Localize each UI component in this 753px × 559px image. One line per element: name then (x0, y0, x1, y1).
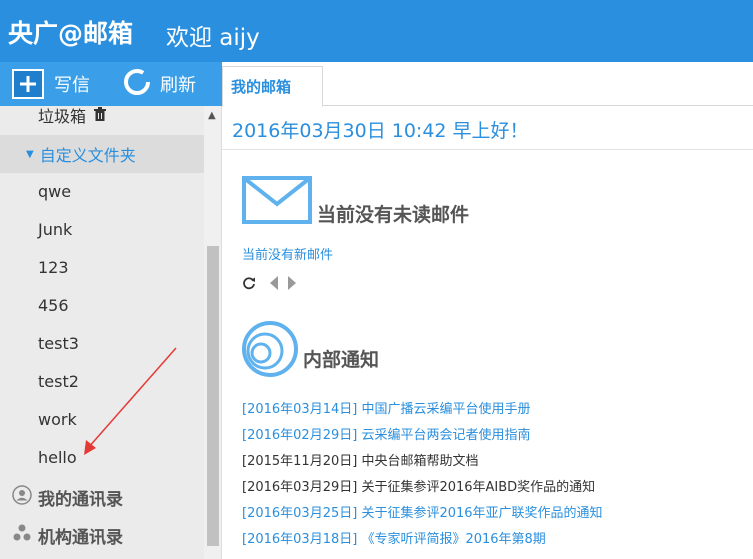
folder-label: test2 (38, 371, 79, 391)
notice-item[interactable]: [2016年03月18日] 《专家听评简报》2016年第8期 (242, 528, 753, 547)
notice-item[interactable]: [2016年03月25日] 关于征集参评2016年亚广联奖作品的通知 (242, 502, 753, 521)
sidebar-item-qwe[interactable]: qwe (0, 172, 204, 210)
sidebar-item-junk[interactable]: Junk (0, 210, 204, 248)
tab-my-mailbox[interactable]: 我的邮箱 (222, 66, 323, 107)
notice-circles-icon (241, 320, 299, 382)
refresh-button[interactable]: 刷新 (122, 62, 196, 106)
sidebar-item-test2[interactable]: test2 (0, 362, 204, 400)
unread-title: 当前没有未读邮件 (317, 204, 470, 226)
scroll-up-icon[interactable]: ▲ (208, 110, 216, 121)
folder-sidebar: 垃圾箱 ▼ 自定义文件夹 qwe Junk 123 456 test3 test… (0, 106, 204, 559)
folder-label: work (38, 409, 77, 429)
contacts-label: 我的通讯录 (38, 489, 123, 510)
org-contacts-icon (12, 523, 32, 548)
scroll-thumb[interactable] (207, 246, 219, 546)
compose-button[interactable]: 写信 (12, 62, 90, 106)
trash-icon[interactable] (94, 106, 107, 125)
sidebar-item-hello[interactable]: hello (0, 438, 204, 476)
org-contacts-label: 机构通讯录 (38, 527, 123, 548)
folder-label: Junk (38, 219, 73, 239)
welcome-text: 欢迎 aijy (166, 25, 260, 51)
sidebar-item-123[interactable]: 123 (0, 248, 204, 286)
contacts-icon (12, 484, 32, 510)
caret-down-icon: ▼ (26, 148, 34, 160)
sidebar-item-trash[interactable]: 垃圾箱 (0, 106, 204, 134)
mail-toolbar: 写信 刷新 (0, 62, 222, 106)
no-new-mail-link[interactable]: 当前没有新邮件 (242, 244, 333, 263)
notice-item[interactable]: [2015年11月20日] 中央台邮箱帮助文档 (242, 450, 753, 469)
trash-label: 垃圾箱 (38, 107, 87, 126)
reload-icon[interactable] (242, 276, 256, 294)
envelope-icon (242, 176, 312, 228)
tab-strip: 我的邮箱 (222, 62, 753, 107)
sidebar-item-456[interactable]: 456 (0, 286, 204, 324)
compose-label: 写信 (54, 75, 90, 96)
refresh-label: 刷新 (160, 75, 196, 96)
custom-folder-label: 自定义文件夹 (39, 146, 136, 165)
folder-label: 123 (38, 257, 69, 277)
folder-label: hello (38, 447, 77, 467)
folder-label: qwe (38, 181, 72, 201)
sidebar-item-work[interactable]: work (0, 400, 204, 438)
date-greeting: 2016年03月30日 10:42 早上好！ (222, 106, 753, 150)
folder-label: test3 (38, 333, 79, 353)
notice-title: 内部通知 (303, 349, 380, 371)
notice-item[interactable]: [2016年03月29日] 关于征集参评2016年AIBD奖作品的通知 (242, 476, 753, 495)
sidebar-org-contacts[interactable]: 机构通讯录 (0, 516, 204, 554)
refresh-icon (122, 67, 152, 102)
plus-icon (12, 69, 44, 99)
notice-item[interactable]: [2016年03月14日] 中国广播云采编平台使用手册 (242, 398, 753, 417)
sidebar-item-test3[interactable]: test3 (0, 324, 204, 362)
sidebar-my-contacts[interactable]: 我的通讯录 (0, 478, 204, 516)
tab-label: 我的邮箱 (231, 78, 292, 96)
prev-arrow-icon[interactable] (269, 276, 279, 294)
next-arrow-icon[interactable] (287, 276, 297, 294)
top-header: 央广@邮箱 欢迎 aijy (0, 0, 753, 62)
sidebar-scrollbar[interactable]: ▲ (204, 106, 222, 559)
brand-logo-text: 央广@邮箱 (8, 19, 134, 48)
sidebar-custom-folder[interactable]: ▼ 自定义文件夹 (0, 135, 204, 173)
notice-item[interactable]: [2016年02月29日] 云采编平台两会记者使用指南 (242, 424, 753, 443)
folder-label: 456 (38, 295, 69, 315)
